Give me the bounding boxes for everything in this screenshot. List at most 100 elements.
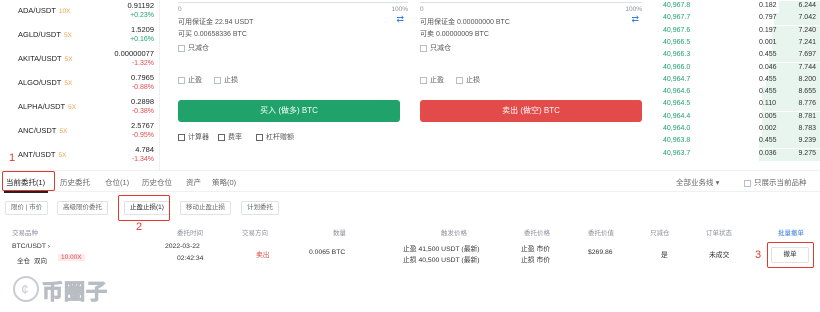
buy-long-button[interactable]: 买入 (做多) BTC bbox=[178, 100, 400, 122]
sell-reduce-only[interactable]: 只减仓 bbox=[420, 43, 451, 53]
tab-position-history[interactable]: 历史仓位 bbox=[142, 177, 172, 188]
price-stop-loss: 止损 市价 bbox=[521, 257, 551, 264]
buy-stop-loss[interactable]: 止损 bbox=[214, 75, 238, 85]
order-value: $269.86 bbox=[588, 249, 613, 256]
highlight-box-current-orders bbox=[2, 171, 55, 191]
buy-form: 0 100% 可用保证金 22.94 USDT ⇄ 可买 0.00658336 … bbox=[178, 0, 410, 170]
tab-positions[interactable]: 仓位(1) bbox=[105, 177, 129, 188]
book-price: 40,966.3 bbox=[663, 51, 691, 59]
subtab-advanced-limit[interactable]: 高级限价委托 bbox=[57, 201, 108, 215]
list-item[interactable]: AKITA/USDT 5X 0.00000077 -1.32% bbox=[0, 48, 160, 72]
order-book-row[interactable]: 40,964.5 0.110 8.776 bbox=[655, 99, 820, 112]
market-symbol: AGLD/USDT 5X bbox=[18, 30, 72, 39]
order-qty: 0.0065 BTC bbox=[309, 249, 346, 256]
checkbox-icon bbox=[420, 76, 427, 84]
sell-amount-slider[interactable] bbox=[420, 2, 642, 3]
only-current-label: 只展示当前品种 bbox=[754, 178, 807, 187]
swap-icon[interactable]: ⇄ bbox=[631, 14, 639, 25]
tab-assets[interactable]: 资产 bbox=[186, 177, 201, 188]
book-price: 40,967.7 bbox=[663, 14, 691, 22]
fees-label: 费率 bbox=[228, 134, 242, 141]
header-side: 交易方向 bbox=[242, 230, 268, 237]
sell-take-profit[interactable]: 止盈 bbox=[420, 75, 444, 85]
market-symbol: ANC/USDT 5X bbox=[18, 126, 68, 135]
book-total: 8.783 bbox=[798, 125, 816, 132]
book-qty: 0.455 bbox=[759, 51, 777, 59]
order-book-row[interactable]: 40,967.8 0.182 6.244 bbox=[655, 1, 820, 13]
order-status: 未成交 bbox=[709, 252, 730, 259]
subtab-plan-order[interactable]: 计划委托 bbox=[241, 201, 279, 215]
list-item[interactable]: AGLD/USDT 5X 1.5209 +0.16% bbox=[0, 24, 160, 48]
sell-available-margin: 可用保证金 0.00000000 BTC bbox=[420, 19, 510, 26]
business-line-label: 全部业务线 bbox=[676, 178, 714, 187]
subtab-trailing-stop[interactable]: 移动止盈止损 bbox=[180, 201, 231, 215]
header-status: 订单状态 bbox=[706, 230, 732, 237]
sell-stop-loss[interactable]: 止损 bbox=[456, 75, 480, 85]
stop-loss-label: 止损 bbox=[224, 77, 238, 84]
market-symbol: ALPHA/USDT 5X bbox=[18, 102, 77, 111]
book-price: 40,966.0 bbox=[663, 63, 691, 71]
tab-order-history[interactable]: 历史委托 bbox=[60, 177, 90, 188]
swap-icon[interactable]: ⇄ bbox=[396, 14, 404, 25]
list-item[interactable]: ALGO/USDT 5X 0.7965 -0.88% bbox=[0, 72, 160, 96]
book-price: 40,964.5 bbox=[663, 100, 691, 108]
buy-amount-slider[interactable] bbox=[178, 2, 408, 3]
order-book-row[interactable]: 40,964.6 0.455 8.655 bbox=[655, 87, 820, 100]
order-book-row[interactable]: 40,964.4 0.005 8.781 bbox=[655, 111, 820, 124]
book-price: 40,964.0 bbox=[663, 125, 691, 132]
market-change: -0.95% bbox=[131, 132, 154, 139]
list-item[interactable]: ANT/USDT 5X 4.784 -1.34% bbox=[0, 144, 160, 168]
market-symbol: AKITA/USDT 5X bbox=[18, 54, 73, 63]
list-item[interactable]: ALPHA/USDT 5X 0.2898 -0.38% bbox=[0, 96, 160, 120]
orders-tabs: 当前委托(1) 历史委托 仓位(1) 历史仓位 资产 策略(0) 全部业务线 ▾… bbox=[0, 170, 820, 192]
order-side: 卖出 bbox=[256, 252, 270, 259]
leverage-bonus-link[interactable]: 杠杆赠额 bbox=[256, 132, 294, 142]
cancel-order-button[interactable]: 撤单 bbox=[771, 247, 809, 263]
list-item[interactable]: ADA/USDT 10X 0.91192 +0.23% bbox=[0, 0, 160, 24]
market-symbol: ALGO/USDT 5X bbox=[18, 78, 73, 87]
order-book-row[interactable]: 40,964.7 0.455 8.200 bbox=[655, 74, 820, 87]
book-total: 7.240 bbox=[798, 26, 816, 34]
sell-short-button[interactable]: 卖出 (做空) BTC bbox=[420, 100, 642, 122]
market-price: 0.2898 bbox=[131, 97, 154, 106]
order-symbol[interactable]: BTC/USDT › bbox=[12, 243, 50, 250]
order-book-row[interactable]: 40,963.7 0.036 9.275 bbox=[655, 148, 820, 161]
book-qty: 0.455 bbox=[759, 75, 777, 83]
leverage-badge: 5X bbox=[63, 32, 72, 39]
order-book: 40,967.8 0.182 6.244 40,967.7 0.797 7.042 40,9… bbox=[655, 0, 820, 170]
only-current-filter[interactable]: 只展示当前品种 bbox=[744, 177, 807, 188]
order-book-row[interactable]: 40,966.5 0.001 7.241 bbox=[655, 37, 820, 50]
subtab-limit-market[interactable]: 限价 | 市价 bbox=[5, 201, 49, 215]
buy-take-profit[interactable]: 止盈 bbox=[178, 75, 202, 85]
book-qty: 0.002 bbox=[759, 125, 777, 132]
order-book-row[interactable]: 40,966.0 0.046 7.744 bbox=[655, 62, 820, 75]
header-reduce-only: 只减仓 bbox=[650, 230, 670, 237]
highlight-box-tp-sl bbox=[118, 195, 170, 221]
order-book-row[interactable]: 40,964.0 0.002 8.783 bbox=[655, 124, 820, 136]
order-book-row[interactable]: 40,966.3 0.455 7.697 bbox=[655, 50, 820, 63]
slider-min-label: 0 bbox=[420, 6, 424, 13]
order-book-row[interactable]: 40,963.8 0.455 9.239 bbox=[655, 136, 820, 149]
book-total: 8.655 bbox=[798, 88, 816, 96]
slider-min-label: 0 bbox=[178, 6, 182, 13]
market-change: -1.34% bbox=[131, 156, 154, 163]
business-line-filter[interactable]: 全部业务线 ▾ bbox=[676, 177, 719, 188]
watermark-text: 币圈子 bbox=[42, 281, 108, 305]
order-book-row[interactable]: 40,967.7 0.797 7.042 bbox=[655, 13, 820, 26]
buy-reduce-only[interactable]: 只减仓 bbox=[178, 43, 209, 53]
calculator-link[interactable]: 计算器 bbox=[178, 132, 209, 142]
svg-text:¢: ¢ bbox=[21, 281, 29, 297]
market-list: ADA/USDT 10X 0.91192 +0.23% AGLD/USDT 5X 1.520… bbox=[0, 0, 160, 170]
leverage-badge: 5X bbox=[64, 56, 73, 63]
order-book-row[interactable]: 40,967.6 0.197 7.240 bbox=[655, 25, 820, 38]
list-item[interactable]: ANC/USDT 5X 2.5767 -0.95% bbox=[0, 120, 160, 144]
order-reduce-only: 是 bbox=[661, 252, 668, 259]
table-row: BTC/USDT › 全仓 双向 10.00X 2022-03-22 02:42… bbox=[0, 240, 820, 270]
book-qty: 0.110 bbox=[759, 100, 776, 108]
tab-strategies[interactable]: 策略(0) bbox=[212, 177, 236, 188]
fees-link[interactable]: 费率 bbox=[218, 132, 242, 142]
market-price: 2.5767 bbox=[131, 121, 154, 130]
slider-max-label: 100% bbox=[625, 6, 642, 13]
batch-cancel-link[interactable]: 批量撤单 bbox=[778, 227, 804, 237]
market-symbol: ANT/USDT 5X bbox=[18, 150, 67, 159]
